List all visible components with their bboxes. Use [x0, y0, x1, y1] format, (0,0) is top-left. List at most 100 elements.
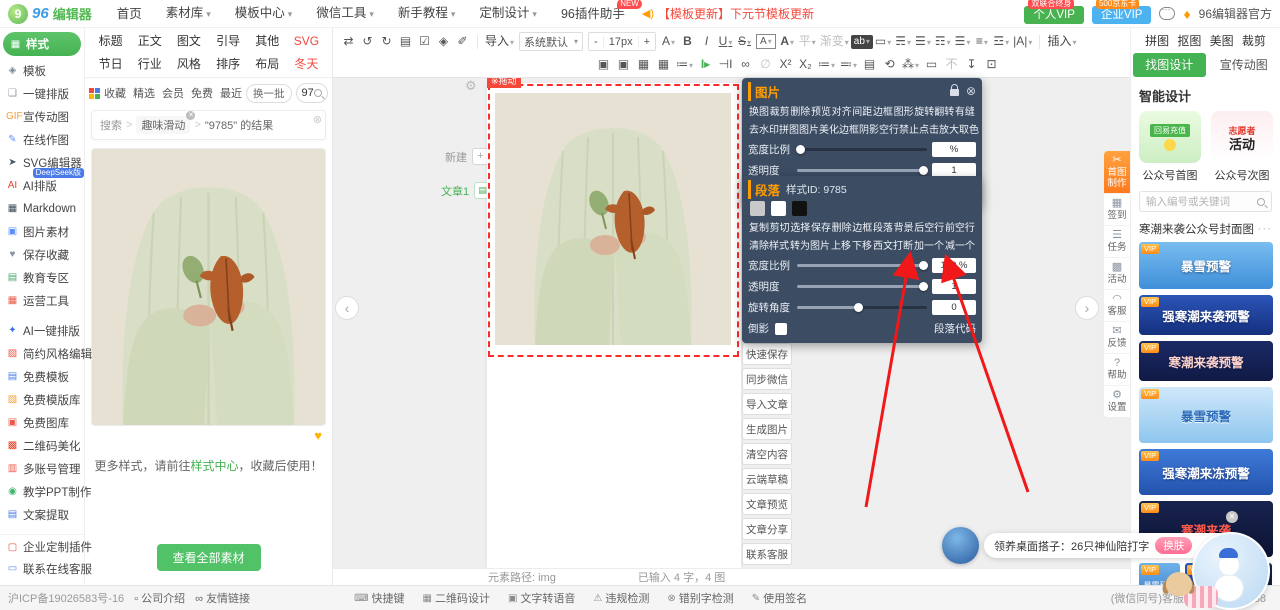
company-intro-link[interactable]: ▫ 公司介绍	[134, 590, 185, 606]
tab-promo-gif[interactable]: 宣传动图	[1208, 53, 1280, 77]
sidebar-item-online-drawing[interactable]: ✎ 在线作图	[0, 128, 84, 151]
refresh-batch-button[interactable]: 换一批	[246, 84, 292, 103]
sidebar-item-ppt[interactable]: ◉ 教学PPT制作	[0, 480, 84, 503]
category-tab[interactable]: 其他	[248, 30, 287, 52]
paragraph-code-link[interactable]: 段落代码	[934, 321, 976, 336]
category-tab[interactable]: 正文	[130, 30, 169, 52]
strip-settings[interactable]: ⚙ 设置	[1104, 386, 1130, 417]
width-ratio-input[interactable]	[932, 258, 976, 273]
paste-icon[interactable]: ▤	[860, 54, 879, 75]
nav-menu-item[interactable]: 96插件助手NEW	[550, 0, 636, 28]
category-tab[interactable]: SVG	[287, 30, 326, 52]
table-icon[interactable]: ▦	[654, 54, 673, 75]
width-ratio-slider[interactable]	[797, 148, 927, 151]
image-tool-link[interactable]: 裁剪	[1242, 32, 1266, 49]
image-action-link[interactable]: 删除	[790, 103, 810, 118]
category-tab[interactable]: 标题	[91, 30, 130, 52]
image-action-link[interactable]: 间距	[852, 103, 872, 118]
friend-links-link[interactable]: ∞ 友情链接	[195, 590, 250, 606]
announcement-link[interactable]: ◀) 【模板更新】下元节模板更新	[642, 5, 814, 22]
symbol-icon[interactable]: ⁂	[900, 54, 921, 76]
sidebar-item-contact-support[interactable]: ▭ 联系在线客服	[0, 557, 84, 580]
first-indent-icon[interactable]: ⊣I	[716, 54, 735, 75]
search-icon[interactable]	[1257, 198, 1265, 206]
message-icon[interactable]	[1159, 7, 1175, 20]
breadcrumb-root[interactable]: 搜索	[100, 117, 122, 133]
align-justify-icon[interactable]: ☰	[953, 31, 973, 53]
image-action-link[interactable]: 图片美化	[799, 121, 839, 136]
fullscreen-icon[interactable]: ⊡	[982, 54, 1001, 75]
download-icon[interactable]: ↧	[962, 54, 981, 75]
spellcheck-icon[interactable]: ☑	[415, 31, 434, 52]
opacity-slider[interactable]	[797, 285, 927, 288]
superscript-icon[interactable]: X²	[776, 54, 795, 75]
style-filter-link[interactable]: 精选	[133, 85, 155, 101]
subscript-icon[interactable]: X₂	[796, 54, 815, 75]
style-search-input[interactable]	[302, 87, 315, 99]
insert-image-icon[interactable]: ▣	[594, 54, 613, 75]
quick-save-button[interactable]: 快速保存	[742, 343, 792, 365]
cover-first-image-card[interactable]: 回易充值 公众号首图	[1139, 111, 1201, 183]
enterprise-vip-button[interactable]: 500京东卡 企业VIP	[1092, 6, 1152, 24]
category-tab[interactable]: 冬天	[287, 53, 326, 75]
redo-icon[interactable]: ↻	[377, 31, 396, 52]
font-size-minus[interactable]: -	[589, 36, 603, 48]
sidebar-item-enterprise-plugin[interactable]: ▢ 企业定制插件	[0, 534, 84, 557]
sidebar-item-styles[interactable]: ▦ 样式	[3, 32, 81, 56]
article-tab[interactable]: 文章1 ▤	[441, 182, 491, 199]
white-swatch[interactable]	[771, 201, 786, 216]
unlink-icon[interactable]: ∅	[756, 54, 775, 75]
import-menu[interactable]: 导入	[483, 31, 516, 53]
import-doc-icon[interactable]: ▤	[396, 31, 415, 52]
image-tool-link[interactable]: 抠图	[1177, 32, 1201, 49]
paragraph-action-link[interactable]: 选择	[790, 219, 810, 234]
breadcrumb-tag[interactable]: 趣味滑动✕	[136, 116, 190, 134]
strikethrough-icon[interactable]: S	[735, 31, 754, 53]
black-swatch[interactable]	[792, 201, 807, 216]
sidebar-item-markdown[interactable]: ▦ Markdown	[0, 197, 84, 220]
tooltip-close-icon[interactable]: ✕	[1226, 511, 1238, 523]
image-gallery-icon[interactable]: ▣	[614, 54, 633, 75]
cover-second-image-card[interactable]: 志愿者 活动 公众号次图	[1211, 111, 1273, 183]
align-right-icon[interactable]: ☶	[933, 31, 953, 53]
violation-check-tool[interactable]: ⚠ 违规检测	[593, 590, 649, 606]
image-action-link[interactable]: 边框	[873, 103, 893, 118]
cover-banner-thumbnail[interactable]: VIP 暴雪预警	[1139, 387, 1273, 443]
image-action-link[interactable]: 取色	[959, 121, 979, 136]
cover-banner-thumbnail[interactable]: VIP 强寒潮来冻预警	[1139, 449, 1273, 495]
cover-banner-thumbnail[interactable]: VIP 暴雪预警	[1139, 242, 1273, 289]
image-action-link[interactable]: 图形	[894, 103, 914, 118]
paragraph-action-link[interactable]: 加一个	[914, 237, 944, 252]
vertical-text-icon[interactable]: 平	[797, 31, 818, 53]
nav-menu-item[interactable]: 定制设计	[468, 0, 548, 28]
paragraph-action-link[interactable]: 上移	[831, 237, 851, 252]
sidebar-item-free-templates[interactable]: ▤ 免费模板	[0, 365, 84, 388]
paragraph-border-icon[interactable]: ▭	[873, 31, 893, 53]
text-to-speech-tool[interactable]: ▣ 文字转语音	[508, 590, 575, 606]
font-color-icon[interactable]: A	[659, 31, 678, 53]
image-action-link[interactable]: 边框阴影	[839, 121, 879, 136]
opacity-input[interactable]	[932, 279, 976, 294]
text-border-icon[interactable]: A	[756, 34, 776, 49]
width-ratio-slider[interactable]	[797, 264, 927, 267]
mini-banner-thumbnail[interactable]: VIP	[1185, 563, 1226, 585]
clear-content-button[interactable]: 清空内容	[742, 443, 792, 465]
cover-banner-thumbnail[interactable]: VIP 寒潮来袭预警	[1139, 341, 1273, 381]
paragraph-action-link[interactable]: 背景	[894, 219, 914, 234]
sidebar-item-education[interactable]: ▤ 教育专区	[0, 266, 84, 289]
category-tab[interactable]: 行业	[130, 53, 169, 75]
typo-check-tool[interactable]: ⊗ 错别字检测	[667, 590, 733, 606]
section-more-icon[interactable]: ···	[1258, 223, 1273, 235]
underline-icon[interactable]: U	[716, 31, 735, 53]
sidebar-item-one-click-layout[interactable]: ❏ 一键排版	[0, 82, 84, 105]
sidebar-item-simple-style[interactable]: ▨ 简约风格编辑	[0, 342, 84, 365]
category-tab[interactable]: 节日	[91, 53, 130, 75]
category-tab[interactable]: 风格	[169, 53, 208, 75]
mini-banner-thumbnail[interactable]: VIP暴雪预警	[1139, 563, 1180, 585]
paragraph-action-link[interactable]: 减一个	[945, 237, 975, 252]
sidebar-item-templates[interactable]: ◈ 模板	[0, 59, 84, 82]
official-account-link[interactable]: 96编辑器官方	[1199, 5, 1272, 22]
tab-find-image-design[interactable]: 找图设计	[1133, 53, 1206, 77]
sync-wechat-button[interactable]: 同步微信	[742, 368, 792, 390]
highlight-icon[interactable]: ab	[851, 35, 873, 49]
